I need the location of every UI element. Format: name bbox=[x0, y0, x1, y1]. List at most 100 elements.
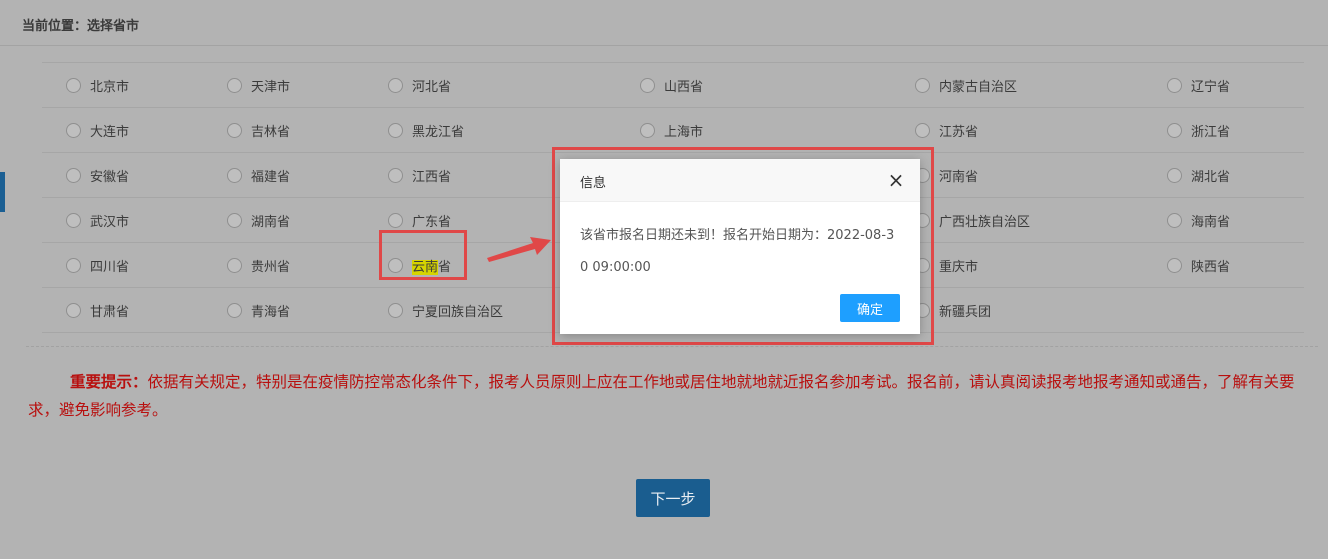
province-option[interactable]: 陕西省 bbox=[1167, 243, 1230, 287]
province-label: 上海市 bbox=[664, 124, 704, 140]
next-step-button[interactable]: 下一步 bbox=[636, 479, 710, 517]
province-label: 湖北省 bbox=[1191, 169, 1231, 185]
province-option[interactable]: 甘肃省 bbox=[66, 288, 129, 332]
province-label: 福建省 bbox=[251, 169, 291, 185]
province-option[interactable]: 吉林省 bbox=[227, 108, 290, 152]
annotation-arrow-icon bbox=[487, 237, 551, 262]
province-option[interactable]: 湖北省 bbox=[1167, 153, 1230, 197]
page-header: 当前位置：选择省市 bbox=[0, 0, 1328, 46]
province-label: 湖南省 bbox=[251, 214, 291, 230]
province-option[interactable]: 武汉市 bbox=[66, 198, 129, 242]
province-label: 吉林省 bbox=[251, 124, 291, 140]
radio-icon[interactable] bbox=[388, 167, 403, 183]
notice-text: 依据有关规定，特别是在疫情防控常态化条件下，报考人员原则上应在工作地或居住地就地… bbox=[28, 373, 1295, 419]
radio-icon[interactable] bbox=[227, 122, 242, 138]
dialog-message: 该省市报名日期还未到！报名开始日期为：2022-08-30 09:00:00 bbox=[580, 228, 895, 275]
province-label: 浙江省 bbox=[1191, 124, 1231, 140]
province-label: 陕西省 bbox=[1191, 259, 1231, 275]
radio-icon[interactable] bbox=[1167, 257, 1182, 273]
confirm-button[interactable]: 确定 bbox=[840, 294, 900, 322]
province-label: 海南省 bbox=[1191, 214, 1231, 230]
province-label: 大连市 bbox=[90, 124, 130, 140]
radio-icon[interactable] bbox=[66, 122, 81, 138]
province-label: 贵州省 bbox=[251, 259, 291, 275]
close-icon[interactable]: × bbox=[886, 170, 906, 190]
province-label: 宁夏回族自治区 bbox=[412, 304, 504, 320]
radio-icon[interactable] bbox=[66, 212, 81, 228]
province-label: 天津市 bbox=[251, 79, 291, 95]
radio-icon[interactable] bbox=[915, 122, 930, 138]
province-option[interactable]: 江苏省 bbox=[915, 108, 978, 152]
radio-icon[interactable] bbox=[66, 77, 81, 93]
info-dialog: 信息 × 该省市报名日期还未到！报名开始日期为：2022-08-30 09:00… bbox=[560, 159, 920, 334]
radio-icon[interactable] bbox=[640, 77, 655, 93]
breadcrumb: 当前位置：选择省市 bbox=[22, 15, 139, 34]
province-option[interactable]: 内蒙古自治区 bbox=[915, 63, 1017, 107]
province-option[interactable]: 青海省 bbox=[227, 288, 290, 332]
province-label: 河南省 bbox=[939, 169, 979, 185]
radio-icon[interactable] bbox=[388, 302, 403, 318]
province-option[interactable]: 山西省 bbox=[640, 63, 703, 107]
province-option[interactable]: 天津市 bbox=[227, 63, 290, 107]
province-label: 安徽省 bbox=[90, 169, 130, 185]
radio-icon[interactable] bbox=[640, 122, 655, 138]
radio-icon[interactable] bbox=[227, 167, 242, 183]
province-option[interactable]: 辽宁省 bbox=[1167, 63, 1230, 107]
dialog-header: 信息 × bbox=[560, 159, 920, 202]
dialog-title: 信息 bbox=[580, 176, 607, 191]
province-option[interactable]: 贵州省 bbox=[227, 243, 290, 287]
province-option[interactable]: 北京市 bbox=[66, 63, 129, 107]
province-label: 北京市 bbox=[90, 79, 130, 95]
radio-icon[interactable] bbox=[388, 122, 403, 138]
province-option[interactable]: 湖南省 bbox=[227, 198, 290, 242]
notice-title: 重要提示： bbox=[70, 372, 148, 391]
province-label: 山西省 bbox=[664, 79, 704, 95]
radio-icon[interactable] bbox=[66, 167, 81, 183]
province-option[interactable]: 安徽省 bbox=[66, 153, 129, 197]
province-option[interactable]: 河北省 bbox=[388, 63, 451, 107]
section-divider bbox=[26, 346, 1318, 347]
province-option[interactable]: 浙江省 bbox=[1167, 108, 1230, 152]
province-option[interactable]: 上海市 bbox=[640, 108, 703, 152]
province-label: 河北省 bbox=[412, 79, 452, 95]
radio-icon[interactable] bbox=[227, 302, 242, 318]
annotation-highlight-box bbox=[379, 230, 467, 280]
province-option[interactable]: 宁夏回族自治区 bbox=[388, 288, 503, 332]
radio-icon[interactable] bbox=[227, 257, 242, 273]
radio-icon[interactable] bbox=[388, 77, 403, 93]
province-label: 广东省 bbox=[412, 214, 452, 230]
province-label: 新疆兵团 bbox=[939, 304, 992, 320]
radio-icon[interactable] bbox=[66, 257, 81, 273]
province-label: 四川省 bbox=[90, 259, 130, 275]
province-option[interactable]: 大连市 bbox=[66, 108, 129, 152]
radio-icon[interactable] bbox=[388, 212, 403, 228]
radio-icon[interactable] bbox=[1167, 122, 1182, 138]
province-label: 广西壮族自治区 bbox=[939, 214, 1031, 230]
province-option[interactable]: 海南省 bbox=[1167, 198, 1230, 242]
radio-icon[interactable] bbox=[1167, 167, 1182, 183]
province-label: 重庆市 bbox=[939, 259, 979, 275]
province-label: 武汉市 bbox=[90, 214, 130, 230]
breadcrumb-page: 选择省市 bbox=[87, 19, 140, 34]
radio-icon[interactable] bbox=[227, 212, 242, 228]
province-option[interactable]: 福建省 bbox=[227, 153, 290, 197]
province-label: 江西省 bbox=[412, 169, 452, 185]
province-option[interactable]: 四川省 bbox=[66, 243, 129, 287]
province-label: 甘肃省 bbox=[90, 304, 130, 320]
breadcrumb-label: 当前位置： bbox=[22, 19, 88, 34]
province-label: 辽宁省 bbox=[1191, 79, 1231, 95]
province-label: 黑龙江省 bbox=[412, 124, 465, 140]
radio-icon[interactable] bbox=[1167, 212, 1182, 228]
province-label: 内蒙古自治区 bbox=[939, 79, 1018, 95]
province-option[interactable]: 黑龙江省 bbox=[388, 108, 464, 152]
province-option[interactable]: 江西省 bbox=[388, 153, 451, 197]
radio-icon[interactable] bbox=[915, 77, 930, 93]
radio-icon[interactable] bbox=[227, 77, 242, 93]
province-label: 江苏省 bbox=[939, 124, 979, 140]
radio-icon[interactable] bbox=[66, 302, 81, 318]
important-notice: 重要提示：依据有关规定，特别是在疫情防控常态化条件下，报考人员原则上应在工作地或… bbox=[28, 368, 1308, 424]
side-tab-indicator bbox=[0, 172, 5, 212]
province-label: 青海省 bbox=[251, 304, 291, 320]
radio-icon[interactable] bbox=[1167, 77, 1182, 93]
province-row-1: 北京市 天津市 河北省 山西省 内蒙古自治区 辽宁省 bbox=[42, 63, 1304, 108]
